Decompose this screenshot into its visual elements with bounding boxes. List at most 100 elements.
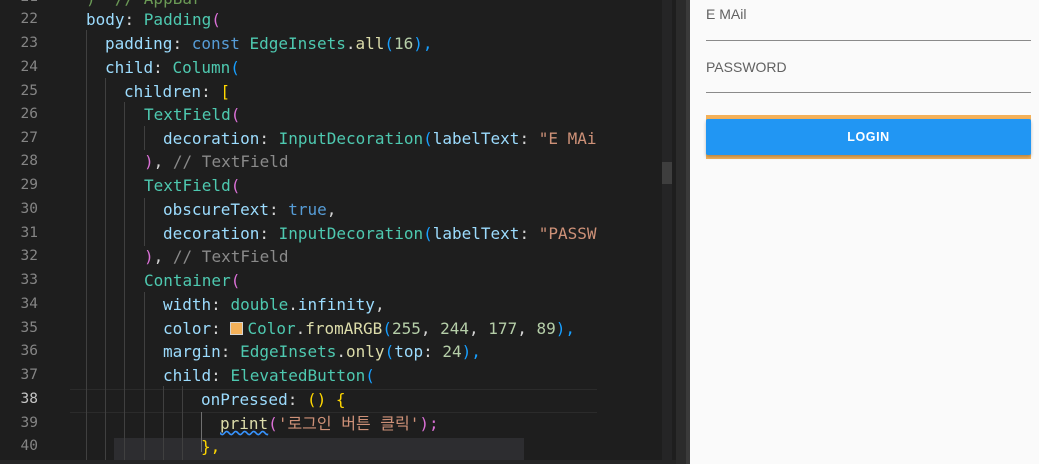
line-number: 28 — [20, 153, 38, 169]
code-token: : — [124, 10, 144, 29]
code-token: ) // AppBar — [86, 0, 202, 8]
code-token: InputDecoration — [278, 129, 424, 148]
code-token: double — [230, 295, 289, 314]
line-number-current: 38 — [20, 391, 38, 407]
login-container: LOGIN — [706, 115, 1031, 159]
code-token: 255 — [391, 319, 421, 338]
code-token: Container — [144, 271, 231, 290]
code-token: ( — [423, 129, 433, 148]
code-token: : — [220, 342, 241, 361]
code-token: // TextField — [172, 152, 289, 171]
code-line: child: Column( — [105, 56, 240, 80]
code-token: ( — [382, 319, 392, 338]
code-token: , — [326, 200, 337, 219]
code-token: 177 — [488, 319, 518, 338]
vertical-scrollbar[interactable] — [662, 0, 672, 464]
password-label: PASSWORD — [706, 59, 787, 75]
code-token: 24 — [442, 342, 462, 361]
code-token: decoration — [163, 224, 260, 243]
code-token: . — [336, 342, 347, 361]
code-token: , — [374, 295, 385, 314]
code-line: padding: const EdgeInsets.all(16), — [105, 32, 433, 56]
code-token: , — [517, 319, 537, 338]
code-token: () — [306, 390, 327, 409]
code-line: decoration: InputDecoration(labelText: "… — [163, 222, 597, 246]
code-token: children — [124, 82, 202, 101]
code-token: ( — [384, 34, 395, 53]
code-token: body — [86, 10, 125, 29]
code-token: ( — [268, 414, 278, 433]
code-token: Color — [247, 319, 296, 338]
code-token: ( — [230, 176, 241, 195]
line-number: 27 — [20, 130, 38, 146]
line-number: 40 — [20, 438, 38, 454]
code-token: : — [211, 319, 231, 338]
code-token: : — [153, 58, 173, 77]
code-token: width — [163, 295, 212, 314]
code-line: print('로그인 버튼 클릭'); — [220, 412, 439, 436]
code-token: }, — [201, 437, 221, 456]
scrollbar-thumb[interactable] — [662, 162, 672, 184]
code-token: onPressed — [201, 390, 288, 409]
code-token: // TextField — [172, 247, 289, 266]
code-token: : — [519, 224, 539, 243]
line-number: 30 — [20, 201, 38, 217]
code-token: 244 — [440, 319, 470, 338]
code-token: decoration — [163, 129, 260, 148]
code-token: { — [335, 390, 346, 409]
code-token: InputDecoration — [278, 224, 424, 243]
code-line: body: Padding( — [86, 8, 221, 32]
code-token: Padding — [143, 10, 212, 29]
code-token: labelText — [432, 129, 520, 148]
code-token: : — [268, 200, 289, 219]
line-number: 39 — [20, 415, 38, 431]
code-token: ElevatedButton — [230, 366, 366, 385]
line-number: 29 — [20, 177, 38, 193]
code-line: children: [ — [124, 80, 230, 104]
code-token: : — [519, 129, 539, 148]
code-token: Column — [172, 58, 231, 77]
code-token: EdgeInsets — [240, 342, 337, 361]
code-token: true — [288, 200, 327, 219]
code-area[interactable]: ) // AppBar body: Padding( padding: cons… — [66, 0, 666, 464]
code-token: const — [191, 34, 240, 53]
color-swatch-icon[interactable] — [230, 322, 244, 335]
password-underline — [706, 92, 1031, 93]
line-number: 23 — [20, 35, 38, 51]
code-line: Container( — [144, 269, 240, 293]
email-field[interactable]: E MAil — [706, 0, 1031, 42]
line-number: 33 — [20, 272, 38, 288]
code-token: : — [259, 129, 279, 148]
code-token: color — [163, 319, 212, 338]
code-token: top — [394, 342, 424, 361]
line-number: 24 — [20, 59, 38, 75]
code-line: margin: EdgeInsets.only(top: 24), — [163, 340, 481, 364]
code-token: all — [355, 34, 385, 53]
horizontal-scrollbar[interactable] — [0, 460, 676, 464]
email-label: E MAil — [706, 6, 747, 22]
code-token: obscureText — [163, 200, 269, 219]
code-token: ( — [211, 10, 221, 29]
code-line: ), // TextField — [144, 150, 289, 174]
code-token: child — [163, 366, 212, 385]
code-token: print — [220, 414, 269, 433]
code-token: labelText — [432, 224, 520, 243]
code-token: ( — [384, 342, 395, 361]
line-number: 22 — [20, 11, 38, 27]
code-token: , — [420, 319, 441, 338]
code-editor[interactable]: 21 22 23 24 25 26 27 28 29 30 31 32 33 3… — [0, 0, 676, 464]
code-token: ( — [365, 366, 375, 385]
login-button[interactable]: LOGIN — [706, 119, 1031, 155]
line-number: 32 — [20, 248, 38, 264]
code-token: , — [153, 247, 173, 266]
code-token: '로그인 버튼 클릭' — [277, 414, 420, 433]
code-token: : — [211, 366, 231, 385]
code-token: margin — [163, 342, 221, 361]
code-line: decoration: InputDecoration(labelText: "… — [163, 127, 597, 151]
code-token: child — [105, 58, 154, 77]
code-token: 89 — [536, 319, 556, 338]
code-token: only — [346, 342, 385, 361]
password-field[interactable]: PASSWORD — [706, 52, 1031, 94]
